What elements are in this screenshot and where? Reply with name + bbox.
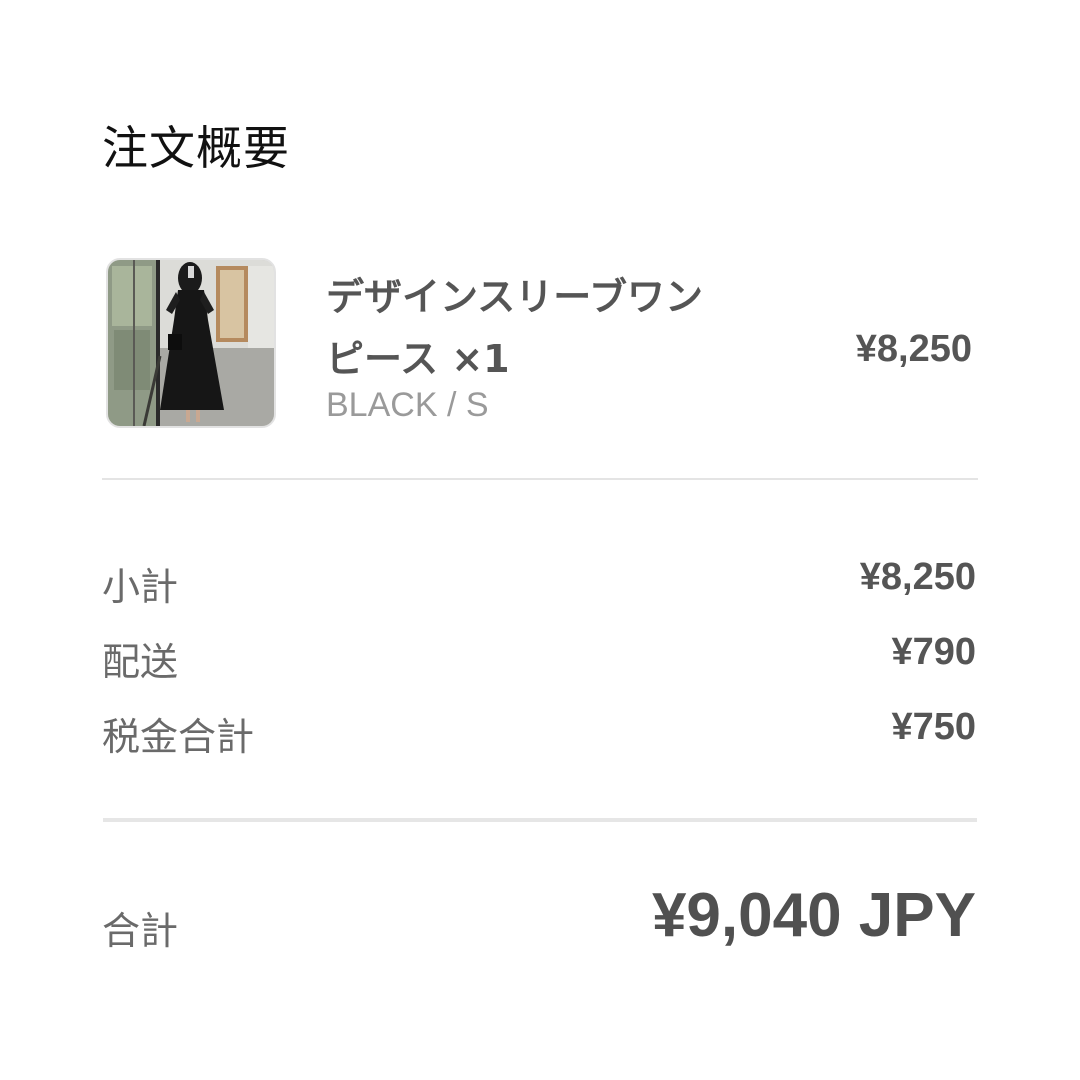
subtotal-value: ¥8,250 xyxy=(859,556,976,598)
subtotal-row: 小計 ¥8,250 xyxy=(102,556,976,612)
product-name-line2: ピース ×1 xyxy=(326,337,510,381)
product-price: ¥8,250 xyxy=(855,328,972,370)
total-label: 合計 xyxy=(102,909,179,953)
tax-label: 税金合計 xyxy=(102,715,255,759)
subtotal-label: 小計 xyxy=(102,565,179,609)
product-thumbnail xyxy=(106,258,276,428)
total-value: ¥9,040 JPY xyxy=(651,881,976,950)
line-item: デザインスリーブワン ピース ×1 BLACK / S ¥8,250 xyxy=(106,258,976,430)
tax-value: ¥750 xyxy=(891,706,976,748)
order-summary-title: 注文概要 xyxy=(102,121,290,175)
divider xyxy=(102,478,978,480)
product-photo xyxy=(108,260,274,426)
total-divider xyxy=(103,818,977,822)
order-summary-page: 注文概要 デザインスリーブワン ピース ×1 BLACK / S ¥8,250 … xyxy=(0,0,1080,1080)
product-name: デザインスリーブワン ピース ×1 xyxy=(326,266,766,390)
shipping-row: 配送 ¥790 xyxy=(102,631,976,687)
product-name-line1: デザインスリーブワン xyxy=(326,275,703,319)
shipping-label: 配送 xyxy=(102,640,179,684)
product-variant: BLACK / S xyxy=(326,386,489,424)
shipping-value: ¥790 xyxy=(891,631,976,673)
tax-row: 税金合計 ¥750 xyxy=(102,706,976,762)
